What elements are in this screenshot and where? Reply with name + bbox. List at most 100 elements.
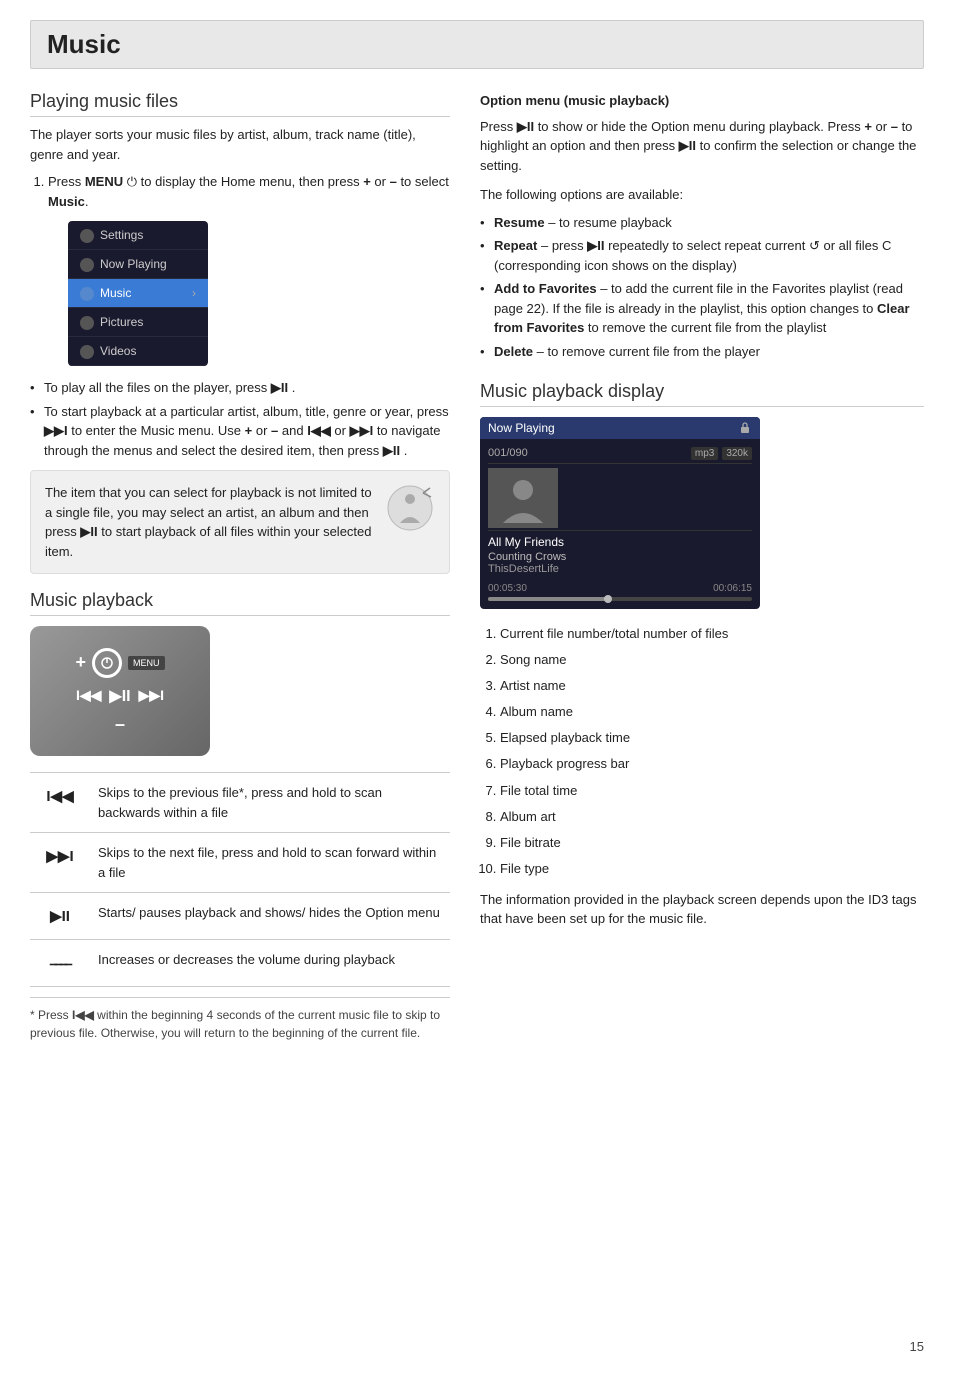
- dev-next-btn: ▶▶I: [139, 687, 164, 704]
- np-progress-bar: [488, 597, 752, 601]
- title-bar: Music: [30, 20, 924, 69]
- np-header: Now Playing: [480, 417, 760, 439]
- option-repeat: Repeat – press ▶II repeatedly to select …: [480, 236, 924, 275]
- page-title: Music: [47, 29, 907, 60]
- menu-item-pictures: Pictures: [68, 308, 208, 337]
- control-symbol-vol: ⎯⎯⎯⎯: [30, 940, 90, 987]
- control-row-next: ▶▶I Skips to the next file, press and ho…: [30, 833, 450, 893]
- control-desc-vol: Increases or decreases the volume during…: [90, 940, 450, 987]
- np-art-placeholder: [488, 468, 752, 528]
- menu-item-nowplaying: Now Playing: [68, 250, 208, 279]
- display-item-1: Current file number/total number of file…: [500, 623, 924, 645]
- settings-icon: [80, 229, 94, 243]
- display-item-2: Song name: [500, 649, 924, 671]
- device-illustration: + MENU I◀◀ ▶II ▶▶I –: [30, 626, 210, 756]
- heading-playback-display: Music playback display: [480, 381, 924, 407]
- options-available-label: The following options are available:: [480, 185, 924, 205]
- playback-screen-info: The information provided in the playback…: [480, 890, 924, 929]
- control-row-vol: ⎯⎯⎯⎯ Increases or decreases the volume d…: [30, 940, 450, 987]
- np-format-badge: mp3: [691, 447, 718, 460]
- display-item-9: File bitrate: [500, 832, 924, 854]
- heading-music-playback: Music playback: [30, 590, 450, 616]
- dev-menu-label: MENU: [128, 656, 165, 670]
- heading-playing-music: Playing music files: [30, 91, 450, 117]
- np-badges: mp3 320k: [691, 447, 752, 460]
- bullet-start-specific: To start playback at a particular artist…: [30, 402, 450, 461]
- menu-label: MENU: [85, 174, 123, 189]
- pictures-icon: [80, 316, 94, 330]
- control-row-prev: I◀◀ Skips to the previous file*, press a…: [30, 773, 450, 833]
- dev-minus-label: –: [115, 714, 125, 735]
- col-right: Option menu (music playback) Press ▶II t…: [480, 91, 924, 1050]
- np-album-art: [488, 468, 558, 528]
- display-item-10: File type: [500, 858, 924, 880]
- now-playing-box: Now Playing 001/090 mp3 320k: [480, 417, 760, 609]
- info-box-text: The item that you can select for playbac…: [45, 483, 373, 561]
- intro-text: The player sorts your music files by art…: [30, 125, 450, 164]
- display-item-6: Playback progress bar: [500, 753, 924, 775]
- np-body: 001/090 mp3 320k: [480, 439, 760, 583]
- page: Music Playing music files The player sor…: [0, 0, 954, 1374]
- np-bar-fill: [488, 597, 609, 601]
- display-numbered-list: Current file number/total number of file…: [500, 623, 924, 880]
- footer-note: * Press I◀◀ within the beginning 4 secon…: [30, 997, 450, 1042]
- steps-list: Press MENU ⏻ to display the Home menu, t…: [48, 172, 450, 366]
- np-progress-area: 00:05:30 00:06:15: [480, 583, 760, 609]
- menu-item-music: Music ›: [68, 279, 208, 308]
- arrow-icon: ›: [192, 284, 196, 302]
- bullet-play-all: To play all the files on the player, pre…: [30, 378, 450, 398]
- display-item-8: Album art: [500, 806, 924, 828]
- options-list: Resume – to resume playback Repeat – pre…: [480, 213, 924, 362]
- option-delete: Delete – to remove current file from the…: [480, 342, 924, 362]
- menu-item-settings: Settings: [68, 221, 208, 250]
- volume-slider-icon: ⎯⎯⎯⎯: [50, 953, 70, 974]
- display-item-5: Elapsed playback time: [500, 727, 924, 749]
- control-desc-prev: Skips to the previous file*, press and h…: [90, 773, 450, 833]
- np-bitrate-badge: 320k: [722, 447, 752, 460]
- page-number: 15: [910, 1339, 924, 1354]
- control-row-play: ▶II Starts/ pauses playback and shows/ h…: [30, 893, 450, 940]
- np-counter: 001/090 mp3 320k: [488, 447, 752, 459]
- nowplaying-icon: [80, 258, 94, 272]
- np-divider1: [488, 463, 752, 464]
- controls-table: I◀◀ Skips to the previous file*, press a…: [30, 772, 450, 987]
- np-song: All My Friends: [488, 535, 752, 549]
- playback-bullets: To play all the files on the player, pre…: [30, 378, 450, 460]
- step1-text: Press MENU ⏻ to display the Home menu, t…: [48, 174, 449, 209]
- lock-icon: [738, 421, 752, 435]
- np-total: 00:06:15: [713, 583, 752, 594]
- menu-mockup: Settings Now Playing Music › Pictures Vi: [68, 221, 208, 366]
- info-box: The item that you can select for playbac…: [30, 470, 450, 574]
- np-divider2: [488, 530, 752, 531]
- step-1: Press MENU ⏻ to display the Home menu, t…: [48, 172, 450, 366]
- option-add-favorites: Add to Favorites – to add the current fi…: [480, 279, 924, 338]
- display-item-4: Album name: [500, 701, 924, 723]
- music-icon: [80, 287, 94, 301]
- np-left: 001/090 mp3 320k: [488, 447, 752, 575]
- np-now-playing-label: Now Playing: [488, 421, 555, 435]
- col-left: Playing music files The player sorts you…: [30, 91, 450, 1050]
- control-symbol-play: ▶II: [30, 893, 90, 940]
- dev-top: + MENU: [75, 648, 164, 678]
- power-icon: [100, 656, 114, 670]
- control-symbol-next: ▶▶I: [30, 833, 90, 893]
- dev-prev-btn: I◀◀: [76, 687, 101, 704]
- dev-row: I◀◀ ▶II ▶▶I: [76, 686, 164, 706]
- control-desc-play: Starts/ pauses playback and shows/ hides…: [90, 893, 450, 940]
- option-resume: Resume – to resume playback: [480, 213, 924, 233]
- option-menu-intro: Press ▶II to show or hide the Option men…: [480, 117, 924, 176]
- menu-item-videos: Videos: [68, 337, 208, 366]
- control-symbol-prev: I◀◀: [30, 773, 90, 833]
- two-col-layout: Playing music files The player sorts you…: [30, 91, 924, 1050]
- np-progress-dot: [604, 595, 612, 603]
- dev-play-btn: ▶II: [109, 686, 130, 706]
- np-album: ThisDesertLife: [488, 563, 752, 575]
- np-times: 00:05:30 00:06:15: [488, 583, 752, 594]
- info-illustration: [385, 483, 435, 533]
- dev-plus-label: +: [75, 652, 86, 673]
- np-artist: Counting Crows: [488, 551, 752, 563]
- np-elapsed: 00:05:30: [488, 583, 527, 594]
- display-item-3: Artist name: [500, 675, 924, 697]
- dev-power-btn: [92, 648, 122, 678]
- display-item-7: File total time: [500, 780, 924, 802]
